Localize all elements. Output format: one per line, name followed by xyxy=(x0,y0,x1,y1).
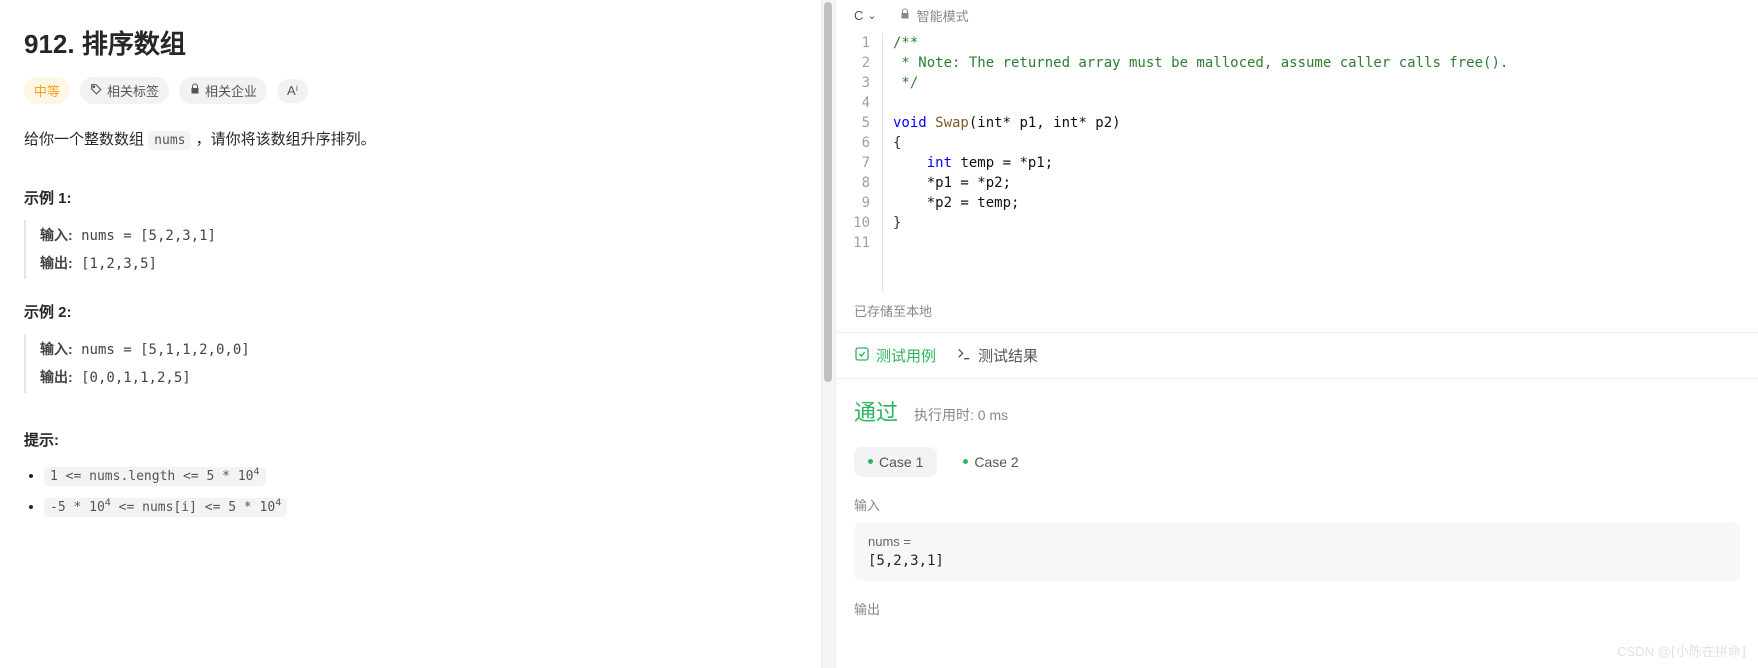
case-2-label: Case 2 xyxy=(974,454,1018,470)
code-editor[interactable]: 1 2 3 4 5 6 7 8 9 10 11 /** * Note: The … xyxy=(836,31,1758,291)
related-companies-button[interactable]: 相关企业 xyxy=(179,77,267,104)
mode-label: 智能模式 xyxy=(917,6,969,25)
hint-button[interactable]: Aⁱ xyxy=(277,79,308,103)
difficulty-badge: 中等 xyxy=(24,77,70,104)
terminal-icon xyxy=(956,346,972,365)
related-companies-label: 相关企业 xyxy=(205,81,257,100)
result-tabs: 测试用例 测试结果 xyxy=(836,332,1758,379)
example-2-block: 输入: nums = [5,1,1,2,0,0] 输出: [0,0,1,1,2,… xyxy=(24,334,811,393)
line-gutter: 1 2 3 4 5 6 7 8 9 10 11 xyxy=(836,33,882,291)
problem-description: 给你一个整数数组 nums ，请你将该数组升序排列。 xyxy=(24,126,811,153)
example-2-label: 示例 2: xyxy=(24,301,811,322)
problem-panel: 912. 排序数组 中等 相关标签 相关企业 Aⁱ 给你一个整数数组 nums … xyxy=(0,0,835,668)
status-row: 通过 执行用时: 0 ms xyxy=(854,395,1740,427)
runtime-label: 执行用时: 0 ms xyxy=(914,405,1008,425)
tag-icon xyxy=(90,83,103,99)
related-tags-button[interactable]: 相关标签 xyxy=(80,77,169,104)
mode-indicator: 智能模式 xyxy=(891,6,969,25)
save-status: 已存储至本地 xyxy=(836,291,1758,332)
editor-toolbar: C ⌄ 智能模式 xyxy=(836,0,1758,31)
related-tags-label: 相关标签 xyxy=(107,81,159,100)
lock-icon xyxy=(899,8,911,23)
status-dot-icon xyxy=(963,459,968,464)
editor-panel: C ⌄ 智能模式 1 2 3 4 5 6 7 8 9 10 11 /** * N… xyxy=(835,0,1758,668)
input-value: [5,2,3,1] xyxy=(868,553,1726,569)
hint-item: -5 * 104 <= nums[i] <= 5 * 104 xyxy=(44,498,811,515)
check-square-icon xyxy=(854,346,870,365)
scrollbar-thumb[interactable] xyxy=(824,2,832,382)
case-1-label: Case 1 xyxy=(879,454,923,470)
result-body: 通过 执行用时: 0 ms Case 1 Case 2 输入 nums = [5… xyxy=(836,379,1758,668)
example-1-label: 示例 1: xyxy=(24,187,811,208)
hint-item: 1 <= nums.length <= 5 * 104 xyxy=(44,466,811,483)
hint-icon-label: Aⁱ xyxy=(287,83,298,99)
hints-list: 1 <= nums.length <= 5 * 104 -5 * 104 <= … xyxy=(24,466,811,515)
case-1-chip[interactable]: Case 1 xyxy=(854,447,937,477)
input-var: nums = xyxy=(868,534,1726,549)
status-dot-icon xyxy=(868,459,873,464)
tab-testcase[interactable]: 测试用例 xyxy=(854,345,936,366)
problem-tags: 中等 相关标签 相关企业 Aⁱ xyxy=(24,77,811,104)
problem-title: 912. 排序数组 xyxy=(24,24,811,61)
case-2-chip[interactable]: Case 2 xyxy=(949,447,1032,477)
lock-icon xyxy=(189,83,201,98)
status-badge: 通过 xyxy=(854,395,898,427)
inline-code: nums xyxy=(148,131,191,150)
input-box: nums = [5,2,3,1] xyxy=(854,522,1740,581)
case-tabs: Case 1 Case 2 xyxy=(854,447,1740,477)
language-selector[interactable]: C ⌄ xyxy=(854,8,877,23)
tab-result-label: 测试结果 xyxy=(978,345,1038,366)
code-lines: /** * Note: The returned array must be m… xyxy=(882,33,1758,291)
output-label: 输出 xyxy=(854,599,1740,618)
scrollbar-track xyxy=(821,0,835,668)
hints-label: 提示: xyxy=(24,429,811,450)
chevron-down-icon: ⌄ xyxy=(867,9,876,22)
language-label: C xyxy=(854,8,863,23)
tab-result[interactable]: 测试结果 xyxy=(956,345,1038,366)
input-label: 输入 xyxy=(854,495,1740,514)
tab-testcase-label: 测试用例 xyxy=(876,345,936,366)
example-1-block: 输入: nums = [5,2,3,1] 输出: [1,2,3,5] xyxy=(24,220,811,279)
